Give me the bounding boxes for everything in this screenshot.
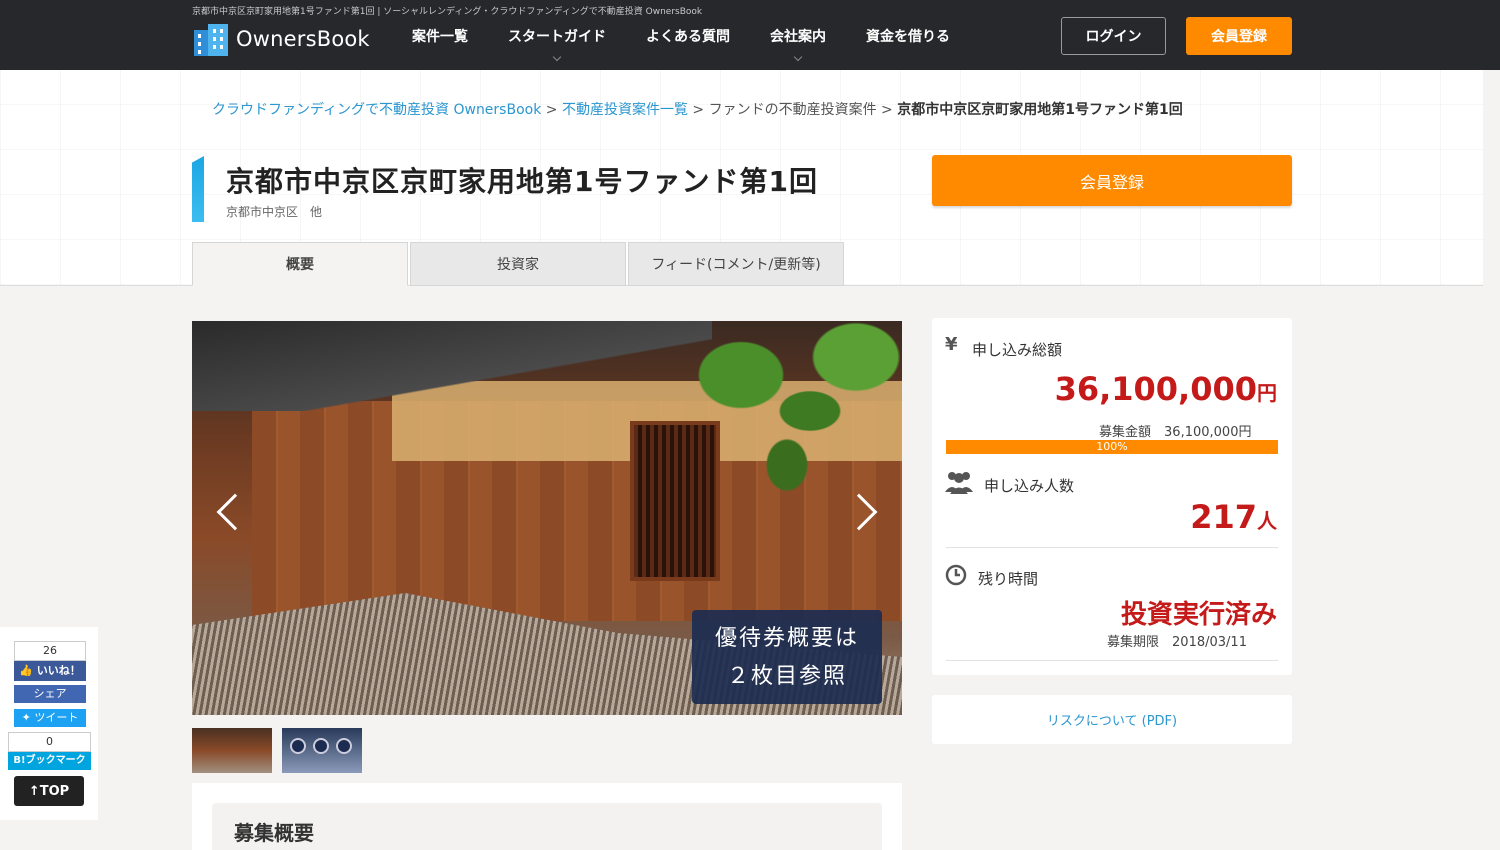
amount-label: 申し込み総額 [972, 341, 1063, 359]
like-count: 26 [14, 641, 86, 661]
hatena-count: 0 [8, 732, 91, 752]
tweet-button[interactable]: ✦ ツイート [14, 709, 86, 727]
thumbnail-2[interactable] [282, 728, 362, 773]
deadline-label: 募集期限 [1107, 635, 1160, 650]
breadcrumb-separator: > [876, 102, 898, 118]
hatena-bookmark-widget[interactable]: 0 B!ブックマーク [8, 732, 91, 770]
target-amount: 募集金額 36,100,000円 [1099, 421, 1251, 440]
hero-photo-leaves [672, 321, 902, 501]
tab-investors[interactable]: 投資家 [410, 242, 626, 286]
page-subtitle: 京都市中京区 他 [226, 205, 323, 219]
chevron-down-icon [552, 52, 562, 62]
funding-progress-bar: 100% [946, 440, 1278, 454]
target-value: 36,100,000円 [1164, 425, 1252, 440]
nav-borrow[interactable]: 資金を借りる [866, 26, 950, 46]
logo-text: OwnersBook [236, 27, 370, 51]
building-logo-icon [192, 22, 230, 56]
overview-title: 募集概要 [234, 821, 314, 845]
breadcrumb: クラウドファンディングで不動産投資 OwnersBook > 不動産投資案件一覧… [212, 99, 1183, 119]
funding-stats-panel: ¥ 申し込み総額 36,100,000円 募集金額 36,100,000円 10… [932, 318, 1292, 675]
login-button[interactable]: ログイン [1061, 17, 1166, 55]
back-to-top-button[interactable]: ↑TOP [14, 776, 84, 806]
tweet-label: ✦ ツイート [14, 709, 86, 727]
people-label: 申し込み人数 [984, 477, 1075, 495]
breadcrumb-separator: > [541, 102, 562, 118]
register-button-header[interactable]: 会員登録 [1186, 17, 1292, 55]
time-value: 投資実行済み [1120, 600, 1277, 630]
hero-caption-line1: 優待券概要は [714, 626, 859, 651]
progress-percent: 100% [1096, 440, 1128, 453]
slider-prev-icon[interactable] [216, 493, 254, 531]
register-button-main[interactable]: 会員登録 [932, 155, 1292, 206]
share-label: シェア [14, 685, 86, 703]
tab-feed[interactable]: フィード(コメント/更新等) [628, 242, 844, 286]
like-label: いいね！ [36, 664, 81, 677]
breadcrumb-current: 京都市中京区京町家用地第1号ファンド第1回 [897, 102, 1183, 118]
target-label: 募集金額 [1099, 425, 1152, 440]
facebook-like-widget[interactable]: 26 👍 いいね！ [14, 641, 86, 681]
amount-number: 36,100,000 [1054, 370, 1257, 408]
breadcrumb-projects-link[interactable]: 不動産投資案件一覧 [562, 102, 688, 118]
breadcrumb-home-link[interactable]: クラウドファンディングで不動産投資 OwnersBook [212, 102, 541, 118]
nav-company-label: 会社案内 [770, 29, 826, 45]
time-label: 残り時間 [978, 570, 1039, 588]
hero-caption-line2: ２枚目参照 [726, 664, 847, 689]
breadcrumb-separator: > [687, 102, 709, 118]
users-icon [945, 472, 973, 494]
amount-unit: 円 [1257, 381, 1277, 405]
social-share-panel: 26 👍 いいね！ シェア ✦ ツイート 0 B!ブックマーク ↑TOP [0, 627, 98, 820]
title-accent-bar [192, 156, 204, 222]
site-tagline: 京都市中京区京町家用地第1号ファンド第1回 | ソーシャルレンディング・クラウド… [192, 7, 703, 17]
nav-company[interactable]: 会社案内 [770, 26, 826, 62]
people-number: 217 [1190, 498, 1257, 536]
twitter-bird-icon: ✦ [21, 711, 31, 724]
divider [946, 660, 1278, 661]
hero-image-slider[interactable]: 優待券概要は ２枚目参照 [192, 321, 902, 715]
nav-start-guide[interactable]: スタートガイド [508, 26, 606, 62]
nav-faq[interactable]: よくある質問 [646, 26, 730, 46]
thumbnail-strip [192, 728, 372, 773]
deadline: 募集期限 2018/03/11 [1107, 631, 1247, 650]
main-nav: 案件一覧 スタートガイド よくある質問 会社案内 資金を借りる [412, 26, 990, 62]
risk-pdf-link[interactable]: リスクについて (PDF) [932, 695, 1292, 744]
facebook-like-button[interactable]: 👍 いいね！ [14, 661, 86, 681]
amount-value: 36,100,000円 [1055, 370, 1277, 408]
clock-icon [945, 564, 967, 586]
page-title: 京都市中京区京町家用地第1号ファンド第1回 [226, 165, 818, 198]
people-unit: 人 [1257, 509, 1277, 533]
nav-start-guide-label: スタートガイド [508, 29, 606, 45]
deadline-value: 2018/03/11 [1172, 635, 1247, 650]
hero-caption: 優待券概要は ２枚目参照 [692, 610, 882, 704]
people-value: 217人 [1190, 498, 1277, 536]
hatena-bookmark-button[interactable]: B!ブックマーク [8, 752, 91, 770]
tab-bar: 概要 投資家 フィード(コメント/更新等) [192, 242, 846, 286]
tab-overview[interactable]: 概要 [192, 242, 408, 286]
facebook-share-button[interactable]: シェア [14, 685, 86, 703]
thumbnail-1[interactable] [192, 728, 272, 773]
chevron-down-icon [793, 52, 803, 62]
logo[interactable]: OwnersBook [192, 22, 370, 56]
hero-photo-eave [192, 321, 712, 411]
nav-projects[interactable]: 案件一覧 [412, 26, 468, 46]
divider [946, 547, 1278, 548]
yen-icon: ¥ [945, 334, 958, 355]
breadcrumb-fund-category: ファンドの不動産投資案件 [708, 102, 877, 118]
tweet-text: ツイート [34, 711, 79, 724]
top-bar: 京都市中京区京町家用地第1号ファンド第1回 | ソーシャルレンディング・クラウド… [0, 0, 1500, 70]
